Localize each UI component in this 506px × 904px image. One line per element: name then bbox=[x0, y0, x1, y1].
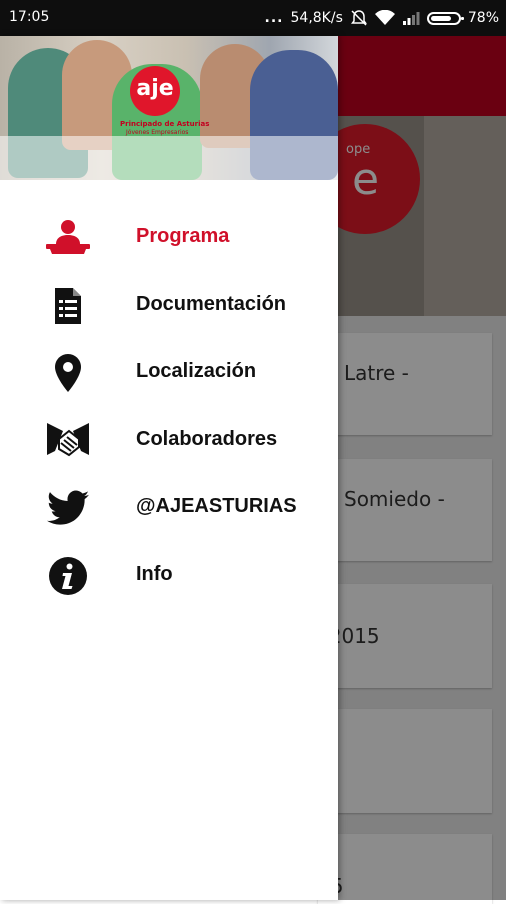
twitter-icon bbox=[44, 486, 92, 530]
menu-label-info: Info bbox=[136, 562, 173, 585]
status-icons: ... 54,8K/s 78% bbox=[258, 8, 499, 28]
menu-label-twitter: @AJEASTURIAS bbox=[136, 495, 297, 517]
battery-level bbox=[430, 15, 452, 21]
notification-dots: ... bbox=[264, 10, 284, 26]
menu-label-programa: Programa bbox=[136, 225, 230, 247]
menu-item-programa[interactable]: Programa bbox=[0, 204, 338, 272]
menu-item-localizacion[interactable]: Localización bbox=[0, 339, 338, 407]
menu-item-info[interactable]: Info bbox=[0, 542, 338, 610]
menu-item-colaboradores[interactable]: Colaboradores bbox=[0, 407, 338, 475]
navigation-drawer: aje Principado de Asturias Jóvenes Empre… bbox=[0, 36, 338, 900]
battery-percent: 78% bbox=[467, 10, 499, 26]
network-speed: 54,8K/s bbox=[290, 10, 343, 26]
menu-label-colaboradores: Colaboradores bbox=[136, 427, 278, 450]
status-bar: 17:05 ... 54,8K/s 78% bbox=[0, 0, 506, 36]
info-icon bbox=[44, 554, 92, 598]
document-list-icon bbox=[44, 284, 92, 328]
battery-icon bbox=[426, 11, 464, 25]
menu-item-documentacion[interactable]: Documentación bbox=[0, 272, 338, 340]
wifi-icon bbox=[374, 10, 395, 25]
handshake-icon bbox=[44, 419, 92, 463]
drawer-menu: Programa Documentación Localización Cola… bbox=[0, 204, 338, 609]
menu-label-documentacion: Documentación bbox=[136, 292, 287, 315]
drawer-header-image: aje Principado de Asturias Jóvenes Empre… bbox=[0, 36, 338, 180]
mute-bell-icon bbox=[350, 10, 367, 26]
menu-item-twitter[interactable]: @AJEASTURIAS bbox=[0, 474, 338, 542]
status-time: 17:05 bbox=[9, 9, 50, 25]
signal-icon bbox=[402, 12, 420, 25]
person-desk-icon bbox=[44, 216, 92, 260]
logo-subtitle: Principado de Asturias bbox=[120, 120, 210, 128]
aje-logo: aje bbox=[130, 66, 180, 116]
menu-label-localizacion: Localización bbox=[136, 360, 257, 382]
location-pin-icon bbox=[44, 351, 92, 395]
logo-subtitle-2: Jóvenes Empresarios bbox=[126, 129, 189, 136]
